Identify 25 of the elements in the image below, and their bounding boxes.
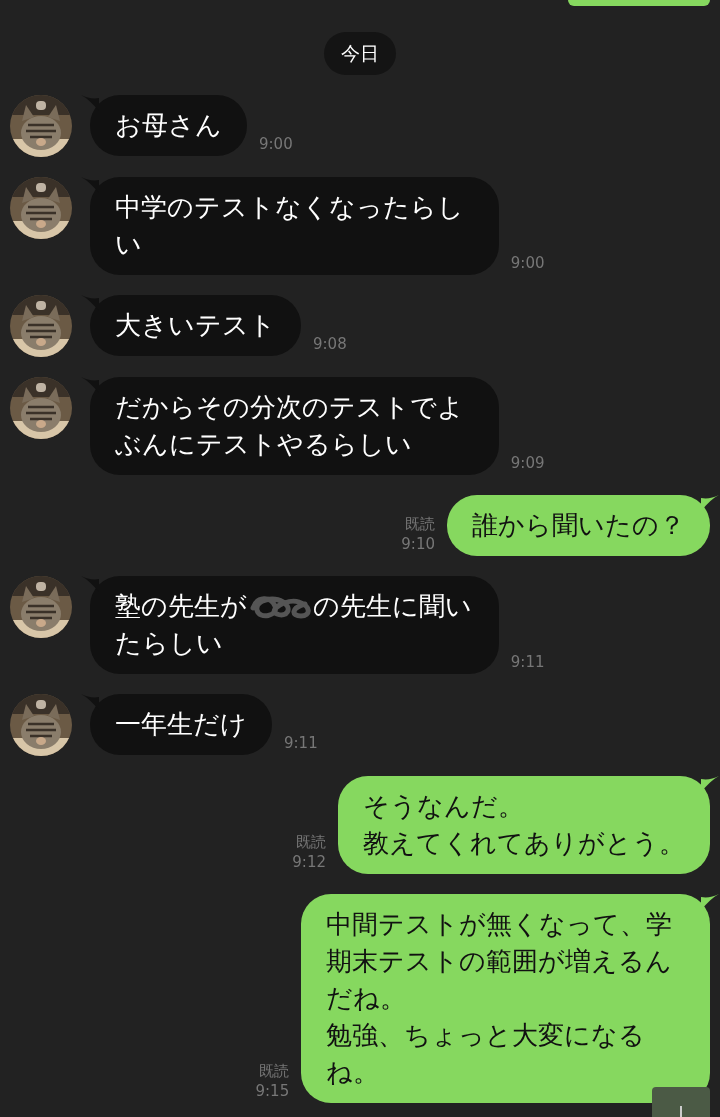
message-text: 中間テストが無くなって、学期末テストの範囲が増えるんだね。	[326, 907, 674, 1015]
read-receipt: 既読	[259, 1060, 290, 1081]
message-text: 中学のテストなくなったらしい	[115, 190, 465, 261]
message-time: 9:09	[510, 452, 545, 473]
message-time: 9:11	[284, 732, 318, 753]
message-text: そうなんだ。	[363, 789, 525, 823]
message-text: だからその分次のテストでよぶんにテストやるらしい	[115, 390, 465, 461]
scroll-down-button[interactable]	[652, 1087, 710, 1117]
message-time: 9:11	[510, 651, 545, 672]
read-receipt: 既読	[296, 831, 326, 852]
message-text: 教えてくれてありがとう。	[363, 826, 685, 860]
message-time: 9:00	[510, 252, 545, 273]
message-text: 塾の先生が の先生に聞いたらしい	[115, 589, 473, 660]
message-text: 勉強、ちょっと大変になるね。	[326, 1018, 647, 1089]
message-time: 9:10	[401, 533, 435, 554]
message-time: 9:00	[259, 133, 293, 154]
message-text: 一年生だけ	[115, 707, 247, 741]
read-receipt: 既読	[405, 513, 435, 534]
message-time: 9:15	[255, 1080, 290, 1101]
message-text: 大きいテスト	[115, 308, 276, 342]
message-text: お母さん	[115, 108, 222, 142]
message-time: 9:08	[313, 333, 347, 354]
message-text: 誰から聞いたの？	[472, 508, 685, 542]
message-time: 9:12	[292, 851, 326, 872]
date-label: 今日	[324, 32, 396, 75]
